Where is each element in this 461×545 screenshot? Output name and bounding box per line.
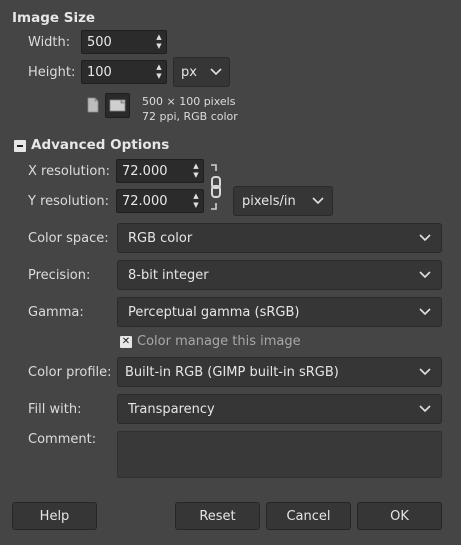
portrait-orientation-icon[interactable] — [86, 97, 100, 113]
x-resolution-spinbutton[interactable]: 72.000 ▲ ▼ — [116, 159, 204, 183]
color-profile-value: Built-in RGB (GIMP built-in sRGB) — [125, 364, 339, 380]
fill-with-label: Fill with: — [28, 402, 82, 417]
color-space-combo[interactable]: RGB color — [117, 223, 442, 253]
resolution-unit-value: pixels/in — [242, 193, 296, 209]
gamma-label: Gamma: — [28, 305, 84, 320]
image-size-heading: Image Size — [12, 10, 96, 26]
collapse-minus-icon[interactable] — [14, 140, 26, 152]
x-resolution-label: X resolution: — [28, 164, 110, 179]
landscape-orientation-button[interactable] — [105, 93, 130, 118]
precision-label: Precision: — [28, 268, 91, 283]
image-resolution-info: 72 ppi, RGB color — [142, 110, 238, 123]
width-label: Width: — [28, 35, 71, 50]
chevron-down-icon — [419, 271, 431, 279]
chevron-down-icon — [419, 308, 431, 316]
height-stepper[interactable]: ▲ ▼ — [152, 61, 166, 83]
resolution-unit-combo[interactable]: pixels/in — [233, 186, 333, 216]
chain-link-icon[interactable] — [208, 163, 224, 211]
precision-combo[interactable]: 8-bit integer — [117, 260, 442, 290]
x-resolution-value[interactable]: 72.000 — [117, 164, 189, 179]
gamma-combo[interactable]: Perceptual gamma (sRGB) — [117, 297, 442, 327]
ok-button[interactable]: OK — [357, 502, 442, 530]
height-spinbutton[interactable]: 100 ▲ ▼ — [81, 60, 167, 84]
size-unit-value: px — [181, 64, 197, 80]
chevron-down-icon — [312, 197, 324, 205]
checkmark-icon: ✕ — [121, 336, 131, 347]
width-value[interactable]: 500 — [82, 35, 152, 50]
size-unit-combo[interactable]: px — [173, 57, 230, 87]
y-resolution-spinbutton[interactable]: 72.000 ▲ ▼ — [116, 189, 204, 213]
height-value[interactable]: 100 — [82, 65, 152, 80]
y-resolution-stepper[interactable]: ▲ ▼ — [189, 190, 203, 212]
chevron-down-icon — [419, 405, 431, 413]
color-manage-checkbox[interactable]: ✕ — [120, 336, 132, 348]
width-stepper[interactable]: ▲ ▼ — [152, 31, 166, 53]
color-profile-combo[interactable]: Built-in RGB (GIMP built-in sRGB) — [117, 357, 442, 387]
comment-label: Comment: — [28, 432, 97, 447]
x-resolution-stepper[interactable]: ▲ ▼ — [189, 160, 203, 182]
color-profile-label: Color profile: — [28, 365, 112, 380]
fill-with-combo[interactable]: Transparency — [117, 394, 442, 424]
chevron-down-icon — [419, 368, 431, 376]
gamma-value: Perceptual gamma (sRGB) — [128, 304, 300, 320]
cancel-button[interactable]: Cancel — [266, 502, 351, 530]
image-dimensions-info: 500 × 100 pixels — [142, 95, 236, 108]
width-spinbutton[interactable]: 500 ▲ ▼ — [81, 30, 167, 54]
color-space-label: Color space: — [28, 231, 109, 246]
landscape-orientation-icon — [109, 99, 126, 112]
color-space-value: RGB color — [128, 230, 193, 246]
color-manage-label[interactable]: Color manage this image — [137, 333, 301, 351]
comment-textarea[interactable] — [117, 431, 442, 478]
chevron-down-icon — [419, 234, 431, 242]
fill-with-value: Transparency — [128, 401, 215, 417]
advanced-options-heading[interactable]: Advanced Options — [31, 137, 169, 153]
reset-button[interactable]: Reset — [175, 502, 260, 530]
chevron-down-icon — [210, 68, 222, 76]
height-label: Height: — [28, 65, 76, 80]
y-resolution-label: Y resolution: — [28, 194, 109, 209]
y-resolution-value[interactable]: 72.000 — [117, 194, 189, 209]
precision-value: 8-bit integer — [128, 267, 209, 283]
help-button[interactable]: Help — [12, 502, 97, 530]
